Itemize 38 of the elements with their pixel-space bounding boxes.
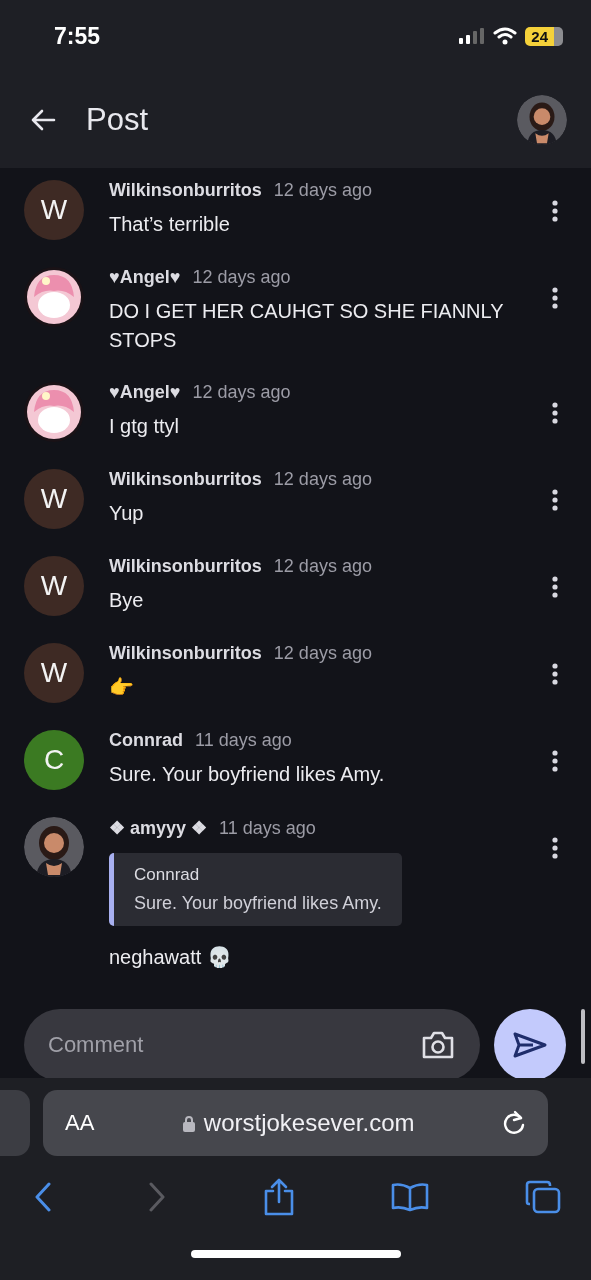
comment-field[interactable]: Comment [24, 1009, 480, 1078]
timestamp: 11 days ago [219, 818, 316, 839]
address-bar[interactable]: AA worstjokesever.com [43, 1090, 548, 1156]
comment-text: neghawatt 💀 [109, 945, 233, 970]
author-name: Wilkinsonburritos [109, 469, 262, 490]
quoted-author: Connrad [134, 865, 201, 885]
user-avatar: W [24, 469, 84, 529]
timestamp: 12 days ago [192, 382, 291, 403]
comment-text: Yup [109, 501, 145, 526]
author-name: Wilkinsonburritos [109, 556, 262, 577]
comment-text: Sure. Your boyfriend likes Amy. [109, 762, 386, 787]
comment-text: Bye [109, 588, 145, 613]
clock: 7:55 [54, 22, 101, 50]
author-name: Wilkinsonburritos [109, 180, 262, 201]
author-name: ♥Angel♥ [109, 382, 181, 403]
user-avatar: W [24, 643, 84, 703]
timestamp: 12 days ago [273, 180, 372, 201]
author-name: ♥Angel♥ [109, 267, 181, 288]
timestamp: 12 days ago [273, 556, 372, 577]
page-title: Post [86, 102, 149, 138]
user-avatar: W [24, 556, 84, 616]
battery-indicator: 24 [525, 26, 563, 46]
author-name: ❖ amyyy ❖ [109, 817, 208, 839]
quoted-text: Sure. Your boyfriend likes Amy. [134, 893, 382, 914]
comment-text: That’s terrible [109, 212, 231, 237]
url-text: worstjokesever.com [203, 1109, 415, 1137]
text-size-button[interactable]: AA [65, 1110, 95, 1136]
author-name: Wilkinsonburritos [109, 643, 262, 664]
comment-text: DO I GET HER CAUHGT SO SHE FIANNLY STOPS [109, 299, 505, 353]
comment-text: 👉 [109, 675, 135, 700]
timestamp: 12 days ago [192, 267, 291, 288]
timestamp: 12 days ago [273, 469, 372, 490]
author-name: Connrad [109, 730, 183, 751]
comment-text: I gtg ttyl [109, 414, 181, 439]
user-avatar: C [24, 730, 84, 790]
user-avatar: W [24, 180, 84, 240]
timestamp: 11 days ago [195, 730, 292, 751]
timestamp: 12 days ago [273, 643, 372, 664]
